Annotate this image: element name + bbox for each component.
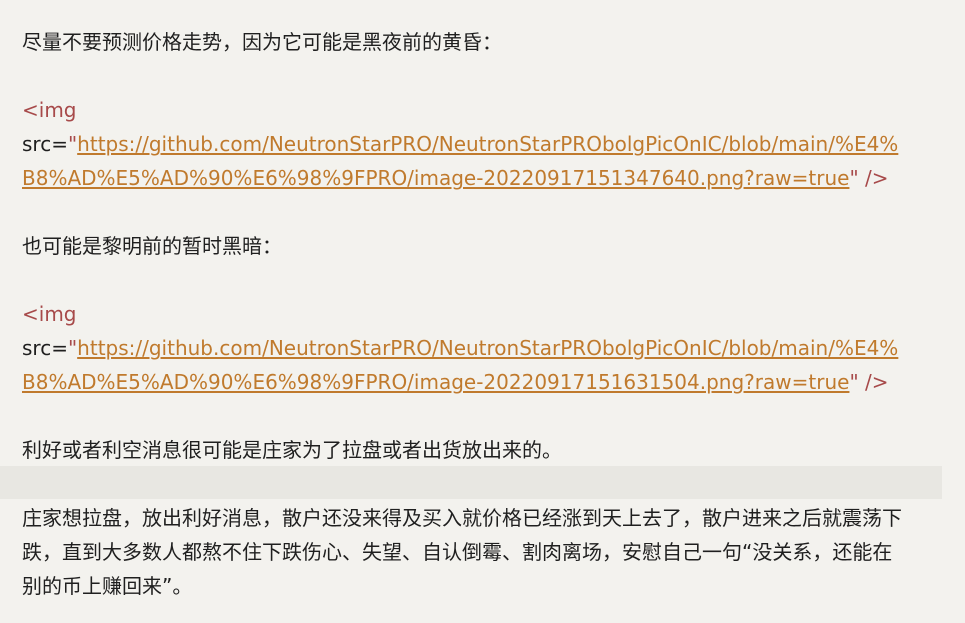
paragraph-4: 庄家想拉盘，放出利好消息，散户还没来得及买入就价格已经涨到天上去了，散户进来之后… [22,506,902,598]
paragraph-2: 也可能是黎明前的暂时黑暗： [22,234,282,258]
image-link-1-part2[interactable]: B8%AD%E5%AD%90%E6%98%9FPRO/image-2022091… [22,166,849,190]
img-tag-open: <img [22,98,77,122]
paragraph-1: 尽量不要预测价格走势，因为它可能是黑夜前的黄昏： [22,30,502,54]
img-src-line-3: src="https://github.com/NeutronStarPRO/N… [22,331,898,365]
src-attr: src= [22,336,68,360]
img-tag-open: <img [22,302,77,326]
quote-mark: " [67,132,78,156]
img-tag-open-2: <img [22,297,77,331]
img-src-line-4: B8%AD%E5%AD%90%E6%98%9FPRO/image-2022091… [22,365,889,399]
quote-mark: " [67,336,78,360]
image-link-2-part2[interactable]: B8%AD%E5%AD%90%E6%98%9FPRO/image-2022091… [22,370,849,394]
img-src-line-1: src="https://github.com/NeutronStarPRO/N… [22,127,898,161]
image-link-1-part1[interactable]: https://github.com/NeutronStarPRO/Neutro… [77,132,898,156]
img-tag-close: " /> [849,370,889,394]
document-page: 尽量不要预测价格走势，因为它可能是黑夜前的黄昏： <img src="https… [0,0,965,623]
img-src-line-2: B8%AD%E5%AD%90%E6%98%9FPRO/image-2022091… [22,161,889,195]
image-link-2-part1[interactable]: https://github.com/NeutronStarPRO/Neutro… [77,336,898,360]
src-attr: src= [22,132,68,156]
paragraph-3: 利好或者利空消息很可能是庄家为了拉盘或者出货放出来的。 [22,438,562,462]
img-tag-open-1: <img [22,93,77,127]
highlight-band [0,466,942,499]
img-tag-close: " /> [849,166,889,190]
